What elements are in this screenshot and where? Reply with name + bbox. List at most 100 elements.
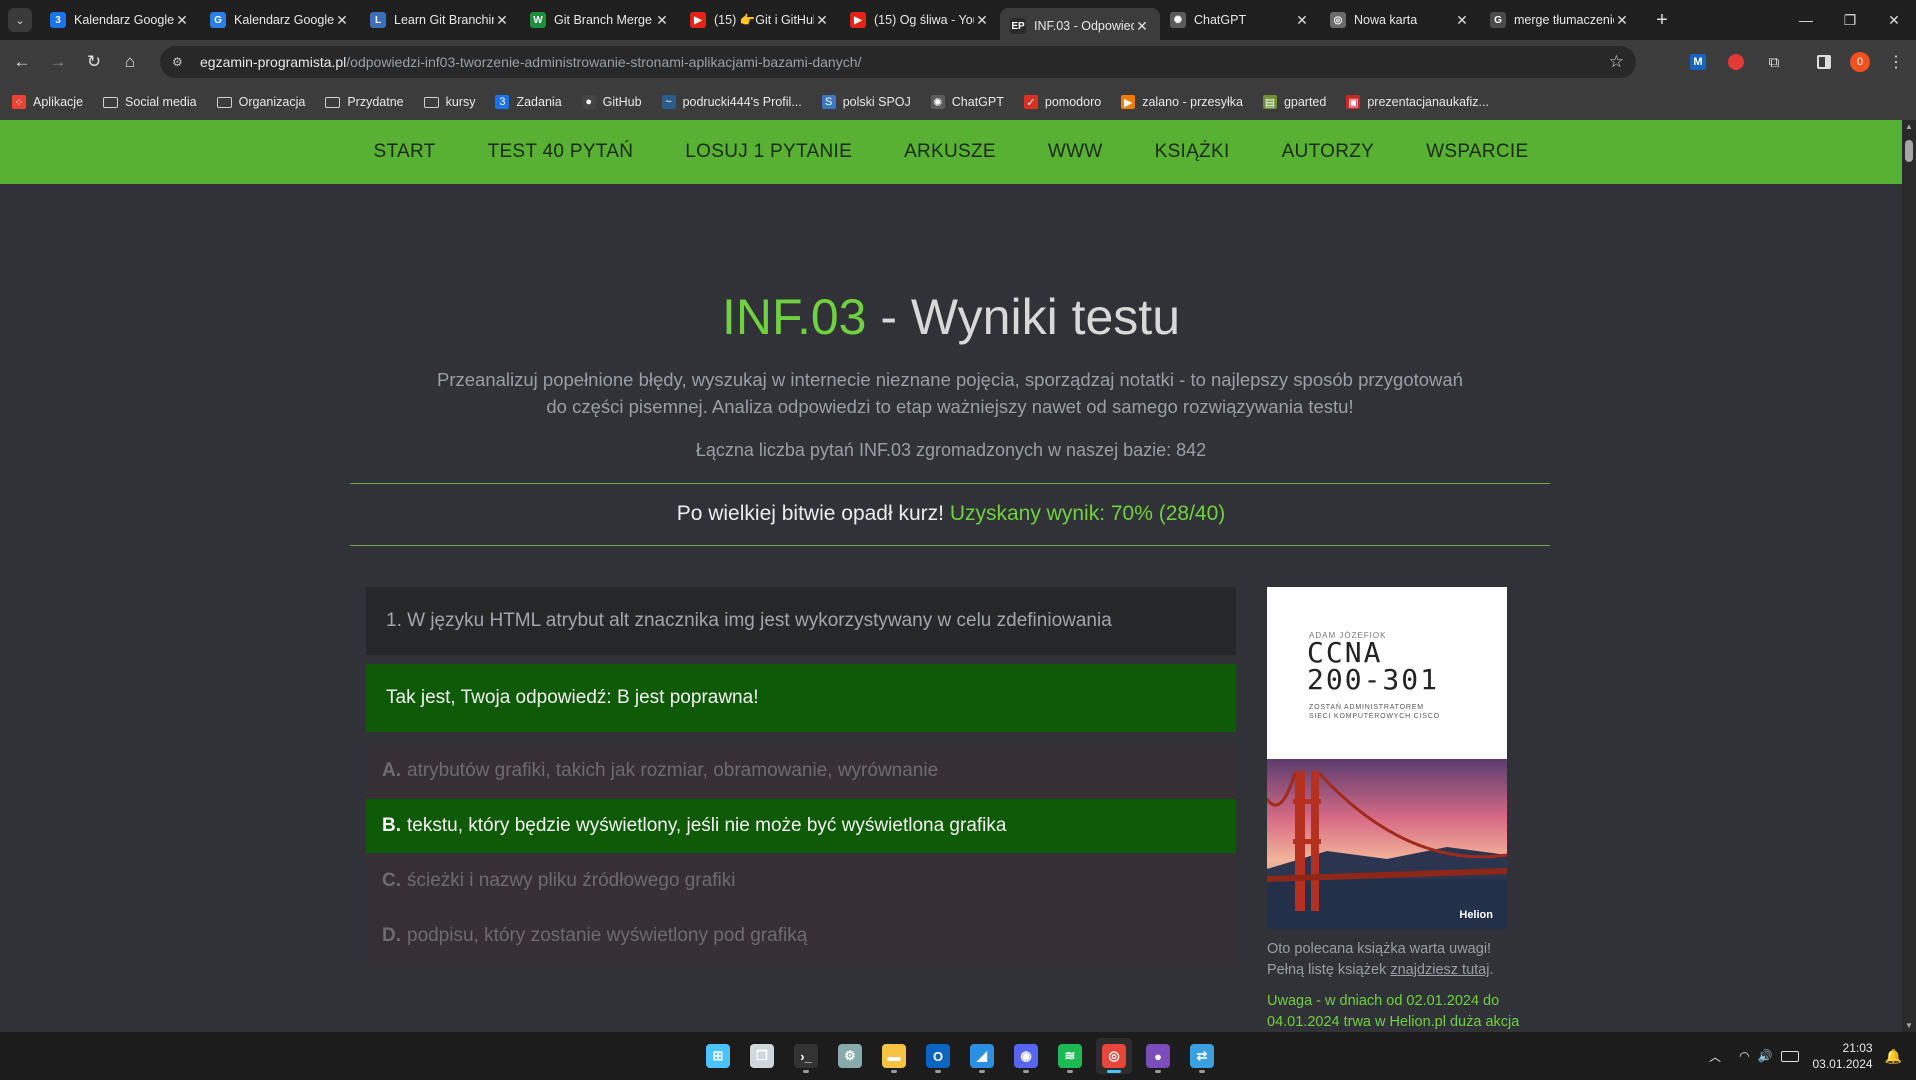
bookmark-item[interactable]: ⁘ Aplikacje <box>12 95 83 109</box>
nav-link[interactable]: LOSUJ 1 PYTANIE <box>685 141 852 163</box>
forward-icon[interactable]: → <box>40 44 76 80</box>
question-text: 1. W języku HTML atrybut alt znacznika i… <box>366 587 1236 655</box>
bookmark-item[interactable]: ▤ gparted <box>1262 95 1326 109</box>
bookmark-item[interactable]: Social media <box>103 95 197 109</box>
terminal-taskbar-icon[interactable]: ›_ <box>788 1038 824 1074</box>
chrome-taskbar-icon[interactable]: ◎ <box>1096 1038 1132 1074</box>
nav-link[interactable]: ARKUSZE <box>904 141 996 163</box>
notification-bell-icon[interactable]: 🔔 <box>1885 1048 1902 1065</box>
browser-tab[interactable]: L Learn Git Branching✕ <box>360 4 520 36</box>
url-path: /odpowiedzi-inf03-tworzenie-administrowa… <box>346 54 862 70</box>
close-tab-icon[interactable]: ✕ <box>974 12 990 29</box>
bookmark-item[interactable]: ✺ ChatGPT <box>930 95 1004 109</box>
browser-tab[interactable]: ◎ Nowa karta ✕ <box>1320 4 1480 36</box>
clock[interactable]: 21:03 03.01.2024 <box>1813 1040 1873 1072</box>
profile-avatar[interactable]: 0 <box>1846 48 1874 76</box>
close-tab-icon[interactable]: ✕ <box>494 12 510 29</box>
books-list-link[interactable]: znajdziesz tutaj <box>1390 962 1489 978</box>
close-tab-icon[interactable]: ✕ <box>1454 12 1470 29</box>
browser-tab[interactable]: 3 Kalendarz Google ✕ <box>40 4 200 36</box>
tray-chevron-icon[interactable]: ︿ <box>1709 1048 1721 1065</box>
close-tab-icon[interactable]: ✕ <box>174 12 190 29</box>
bookmark-item[interactable]: Organizacja <box>216 95 306 109</box>
book-cover[interactable]: ADAM JÓZEFIOK CCNA 200-301 ZOSTAŃ ADMINIS… <box>1267 587 1507 929</box>
title-rest: - Wyniki testu <box>866 289 1181 345</box>
folder-icon <box>325 96 341 108</box>
chrome-menu-icon[interactable]: ⋮ <box>1882 48 1910 76</box>
bookmark-item[interactable]: Spolski SPOJ <box>821 95 911 109</box>
answer-letter: C. <box>382 870 401 891</box>
bookmark-item[interactable]: kursy <box>423 95 475 109</box>
close-tab-icon[interactable]: ✕ <box>654 12 670 29</box>
bookmark-item[interactable]: ~ podrucki444's Profil... <box>661 95 802 109</box>
nav-link[interactable]: KSIĄŻKI <box>1155 141 1230 163</box>
browser-tab[interactable]: Gmerge tłumaczenie ✕ <box>1480 4 1640 36</box>
address-bar[interactable]: ⚙ egzamin-programista.pl/odpowiedzi-inf0… <box>160 46 1636 78</box>
scroll-up-icon[interactable]: ▲ <box>1905 122 1913 131</box>
new-tab-button[interactable]: + <box>1650 9 1674 32</box>
bookmark-label: Organizacja <box>238 95 306 109</box>
bookmark-item[interactable]: ▶ zalano - przesyłka <box>1121 95 1243 109</box>
restore-icon[interactable]: ❐ <box>1828 0 1872 40</box>
close-window-icon[interactable]: ✕ <box>1872 0 1916 40</box>
nav-link[interactable]: WWW <box>1048 141 1103 163</box>
back-icon[interactable]: ← <box>4 44 40 80</box>
nav-link[interactable]: TEST 40 PYTAŃ <box>488 141 634 163</box>
nav-link[interactable]: AUTORZY <box>1282 141 1375 163</box>
extension-m-icon[interactable]: M <box>1684 48 1712 76</box>
bookmark-star-icon[interactable]: ☆ <box>1609 52 1624 72</box>
bookmark-item[interactable]: Przydatne <box>325 95 404 109</box>
browser-toolbar: ← → ↻ ⌂ ⚙ egzamin-programista.pl/odpowie… <box>0 40 1916 84</box>
close-tab-icon[interactable]: ✕ <box>1294 12 1310 29</box>
browser-tab[interactable]: ✺ ChatGPT ✕ <box>1160 4 1320 36</box>
volume-icon[interactable]: 🔊 <box>1758 1049 1773 1063</box>
scroll-down-icon[interactable]: ▼ <box>1905 1021 1913 1030</box>
answer-text: ścieżki i nazwy pliku źródłowego grafiki <box>407 870 736 891</box>
sync-app-taskbar-icon[interactable]: ⇄ <box>1184 1038 1220 1074</box>
spotify-taskbar-icon[interactable]: ≋ <box>1052 1038 1088 1074</box>
extensions-puzzle-icon[interactable]: ⧉ <box>1760 48 1788 76</box>
vscode-taskbar-icon[interactable]: ◢ <box>964 1038 1000 1074</box>
close-tab-icon[interactable]: ✕ <box>334 12 350 29</box>
home-icon[interactable]: ⌂ <box>112 44 148 80</box>
extension-red-icon[interactable] <box>1722 48 1750 76</box>
nav-link[interactable]: WSPARCIE <box>1426 141 1528 163</box>
github-desktop-taskbar-icon[interactable]: ● <box>1140 1038 1176 1074</box>
bookmark-item[interactable]: 3 Zadania <box>495 95 562 109</box>
bookmark-item[interactable]: ✓ pomodoro <box>1023 95 1101 109</box>
discord-taskbar-icon[interactable]: ◉ <box>1008 1038 1044 1074</box>
wifi-icon[interactable]: ◠ <box>1739 1049 1749 1063</box>
answer-letter: B. <box>382 815 401 836</box>
minimize-icon[interactable]: — <box>1784 0 1828 40</box>
file-explorer-windows-taskbar-icon[interactable]: ❐ <box>744 1038 780 1074</box>
side-panel-icon[interactable] <box>1810 48 1838 76</box>
site-info-icon[interactable]: ⚙ <box>172 55 190 69</box>
browser-tab[interactable]: ▶ (15) 👉Git i GitHub ✕ <box>680 4 840 36</box>
tab-title: Learn Git Branching <box>394 13 494 27</box>
windows-start-taskbar-icon[interactable]: ⊞ <box>700 1038 736 1074</box>
file-explorer-taskbar-icon[interactable]: ▬ <box>876 1038 912 1074</box>
outlook-taskbar-icon[interactable]: O <box>920 1038 956 1074</box>
battery-icon[interactable] <box>1780 1050 1799 1062</box>
folder-icon <box>216 96 232 108</box>
browser-tab[interactable]: W Git Branch Merge ✕ <box>520 4 680 36</box>
nav-link[interactable]: START <box>374 141 436 163</box>
page-scrollbar[interactable]: ▲ ▼ <box>1902 120 1916 1032</box>
bookmark-item[interactable]: ● GitHub <box>581 95 642 109</box>
publisher-logo: Helion <box>1459 909 1493 921</box>
settings-taskbar-icon[interactable]: ⚙ <box>832 1038 868 1074</box>
running-indicator <box>935 1070 941 1073</box>
browser-tab[interactable]: EP INF.03 - Odpowiedz ✕ <box>1000 8 1160 44</box>
close-tab-icon[interactable]: ✕ <box>1134 18 1150 35</box>
sync-app-icon: ⇄ <box>1190 1044 1214 1068</box>
close-tab-icon[interactable]: ✕ <box>814 12 830 29</box>
browser-tab[interactable]: G Kalendarz Google ✕ <box>200 4 360 36</box>
tab-search-button[interactable]: ⌄ <box>8 8 32 32</box>
divider-bottom <box>350 545 1550 546</box>
running-indicator <box>1199 1070 1205 1073</box>
bookmark-item[interactable]: ▣ prezentacjanaukafiz... <box>1346 95 1489 109</box>
close-tab-icon[interactable]: ✕ <box>1614 12 1630 29</box>
scroll-thumb[interactable] <box>1905 140 1913 162</box>
reload-icon[interactable]: ↻ <box>76 44 112 80</box>
browser-tab[interactable]: ▶ (15) Og śliwa - You ✕ <box>840 4 1000 36</box>
